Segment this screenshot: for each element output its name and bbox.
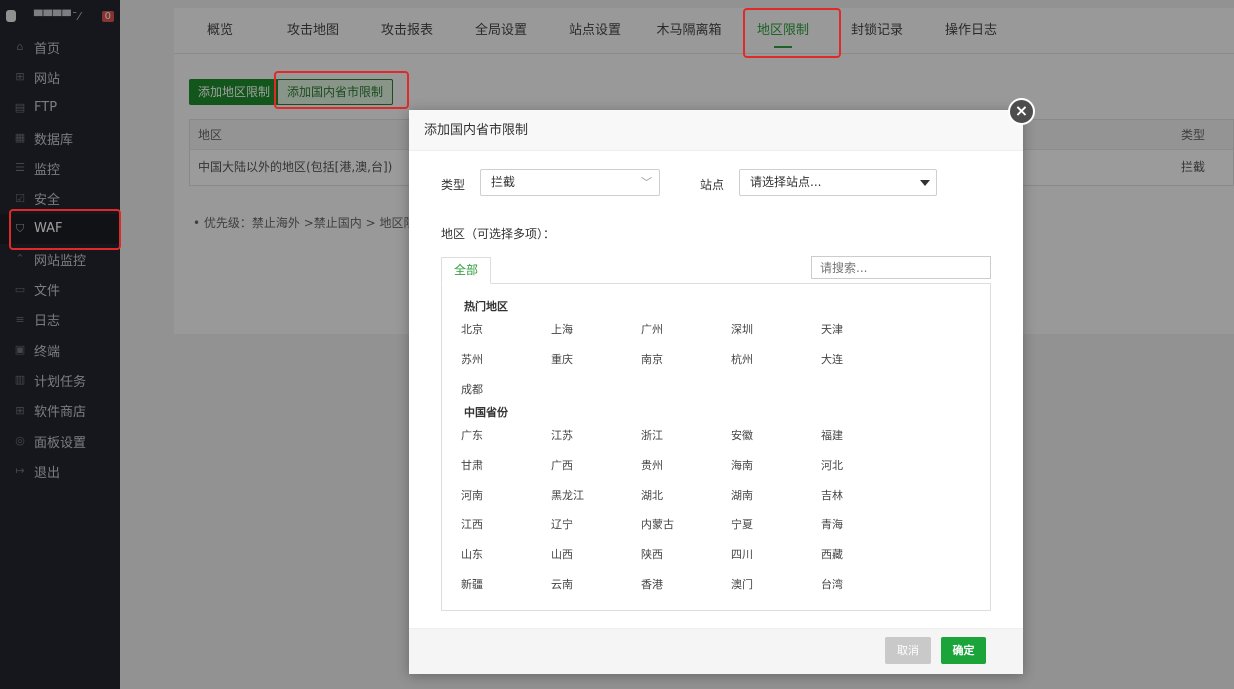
hot-city-option[interactable]: 大连 [821,351,843,367]
province-option[interactable]: 广西 [551,457,573,473]
province-option[interactable]: 山西 [551,546,573,562]
province-option[interactable]: 河南 [461,487,483,503]
hot-city-option[interactable]: 杭州 [731,351,753,367]
type-select[interactable]: 拦截 ﹀ [480,169,660,196]
province-option[interactable]: 宁夏 [731,516,753,532]
province-option[interactable]: 四川 [731,546,753,562]
hot-region-title: 热门地区 [464,300,508,313]
site-select[interactable]: 请选择站点... [739,169,937,196]
confirm-button[interactable]: 确定 [941,637,986,664]
province-option[interactable]: 西藏 [821,546,843,562]
province-option[interactable]: 香港 [641,576,663,592]
province-option[interactable]: 贵州 [641,457,663,473]
province-option[interactable]: 黑龙江 [551,487,584,503]
province-option[interactable]: 台湾 [821,576,843,592]
province-title: 中国省份 [464,406,508,419]
type-value: 拦截 [491,175,516,189]
province-option[interactable]: 浙江 [641,427,663,443]
hot-city-option[interactable]: 南京 [641,351,663,367]
province-option[interactable]: 江苏 [551,427,573,443]
province-option[interactable]: 青海 [821,516,843,532]
region-search-input[interactable] [811,256,991,279]
province-option[interactable]: 山东 [461,546,483,562]
cancel-button[interactable]: 取消 [885,637,931,664]
province-option[interactable]: 澳门 [731,576,753,592]
site-placeholder: 请选择站点... [750,175,822,189]
close-icon[interactable]: × [1008,98,1035,125]
hot-city-option[interactable]: 深圳 [731,321,753,337]
dialog-title: 添加国内省市限制 [409,110,1023,151]
province-option[interactable]: 福建 [821,427,843,443]
province-option[interactable]: 内蒙古 [641,516,674,532]
province-option[interactable]: 河北 [821,457,843,473]
province-option[interactable]: 吉林 [821,487,843,503]
province-option[interactable]: 江西 [461,516,483,532]
chevron-down-icon: ﹀ [641,176,652,189]
hot-city-option[interactable]: 北京 [461,321,483,337]
province-option[interactable]: 湖南 [731,487,753,503]
region-list [441,283,991,611]
province-option[interactable]: 广东 [461,427,483,443]
province-option[interactable]: 云南 [551,576,573,592]
province-option[interactable]: 陕西 [641,546,663,562]
hot-city-option[interactable]: 重庆 [551,351,573,367]
province-option[interactable]: 海南 [731,457,753,473]
tab-all[interactable]: 全部 [441,257,491,284]
type-label: 类型 [441,178,466,192]
province-option[interactable]: 甘肃 [461,457,483,473]
site-label: 站点 [700,178,725,192]
caret-down-icon [920,180,930,186]
region-label: 地区（可选择多项）： [441,227,556,241]
province-option[interactable]: 新疆 [461,576,483,592]
hot-city-option[interactable]: 上海 [551,321,573,337]
province-option[interactable]: 辽宁 [551,516,573,532]
hot-city-option[interactable]: 天津 [821,321,843,337]
hot-city-option[interactable]: 广州 [641,321,663,337]
province-option[interactable]: 安徽 [731,427,753,443]
hot-city-option[interactable]: 成都 [461,381,483,397]
province-option[interactable]: 湖北 [641,487,663,503]
hot-city-option[interactable]: 苏州 [461,351,483,367]
